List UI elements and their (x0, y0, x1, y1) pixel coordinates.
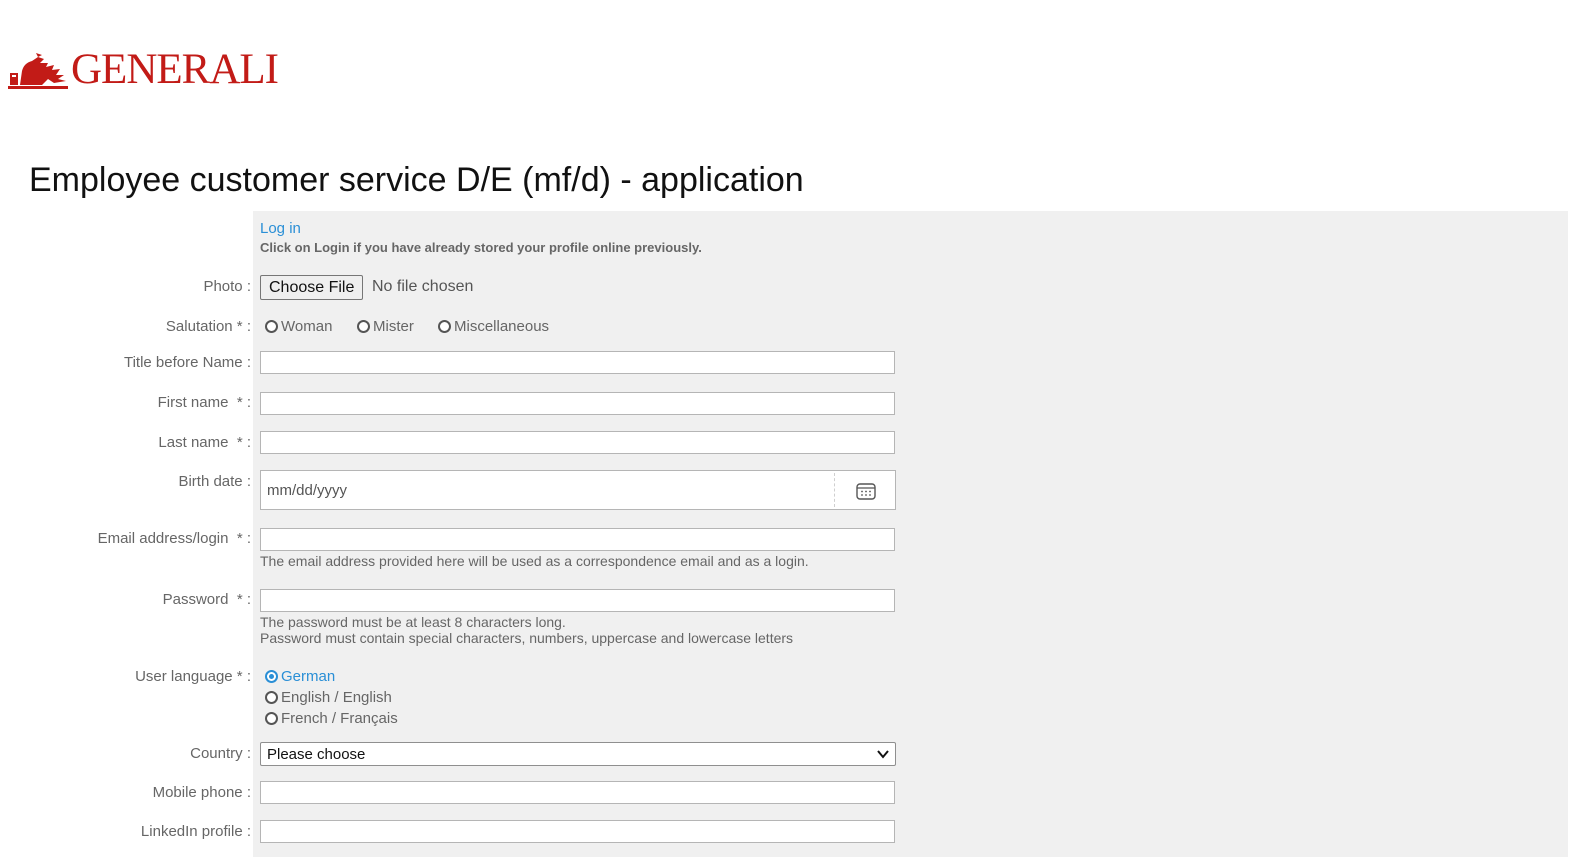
country-selected-value: Please choose (267, 746, 366, 763)
radio-checked-icon (265, 670, 278, 683)
user-language-label: User language * : (135, 668, 251, 685)
last-name-label: Last name * : (158, 434, 251, 451)
password-input[interactable] (260, 589, 895, 612)
country-label: Country : (190, 745, 251, 762)
radio-icon (265, 320, 278, 333)
last-name-input[interactable] (260, 431, 895, 454)
radio-icon (357, 320, 370, 333)
salutation-mister-radio[interactable]: Mister (357, 318, 414, 335)
language-french-radio[interactable]: French / Français (265, 710, 398, 727)
email-help: The email address provided here will be … (260, 553, 809, 569)
birth-date-label: Birth date : (178, 473, 251, 490)
chevron-down-icon (877, 750, 889, 759)
language-english-radio[interactable]: English / English (265, 689, 392, 706)
salutation-label: Salutation * : (165, 318, 251, 335)
lion-icon (8, 53, 68, 89)
mobile-phone-input[interactable] (260, 781, 895, 804)
choose-file-button[interactable]: Choose File (260, 275, 364, 300)
generali-logo: GENERALI (8, 46, 279, 93)
linkedin-label: LinkedIn profile : (140, 823, 251, 840)
language-german-radio[interactable]: German (265, 668, 335, 685)
linkedin-input[interactable] (260, 820, 895, 843)
radio-icon (265, 712, 278, 725)
email-label: Email address/login * : (97, 530, 251, 547)
calendar-icon[interactable] (856, 482, 876, 500)
salutation-woman-radio[interactable]: Woman (265, 318, 332, 335)
birth-date-input[interactable]: mm/dd/yyyy (260, 470, 896, 510)
country-select[interactable]: Please choose (260, 742, 896, 766)
radio-icon (265, 691, 278, 704)
brand-wordmark: GENERALI (71, 46, 279, 93)
mobile-phone-label: Mobile phone : (152, 784, 251, 801)
radio-icon (438, 320, 451, 333)
date-divider (834, 473, 835, 507)
salutation-misc-radio[interactable]: Miscellaneous (438, 318, 549, 335)
title-before-name-label: Title before Name : (123, 354, 251, 371)
password-help-length: The password must be at least 8 characte… (260, 614, 566, 630)
file-status: No file chosen (372, 278, 474, 295)
login-link[interactable]: Log in (260, 220, 301, 237)
title-before-name-input[interactable] (260, 351, 895, 374)
login-hint: Click on Login if you have already store… (260, 240, 702, 255)
email-input[interactable] (260, 528, 895, 551)
birth-date-placeholder: mm/dd/yyyy (267, 482, 348, 499)
first-name-label: First name * : (157, 394, 251, 411)
first-name-input[interactable] (260, 392, 895, 415)
password-help-complexity: Password must contain special characters… (260, 630, 794, 646)
password-label: Password * : (162, 591, 251, 608)
page-title: Employee customer service D/E (mf/d) - a… (29, 161, 804, 199)
photo-label: Photo : (203, 278, 251, 295)
